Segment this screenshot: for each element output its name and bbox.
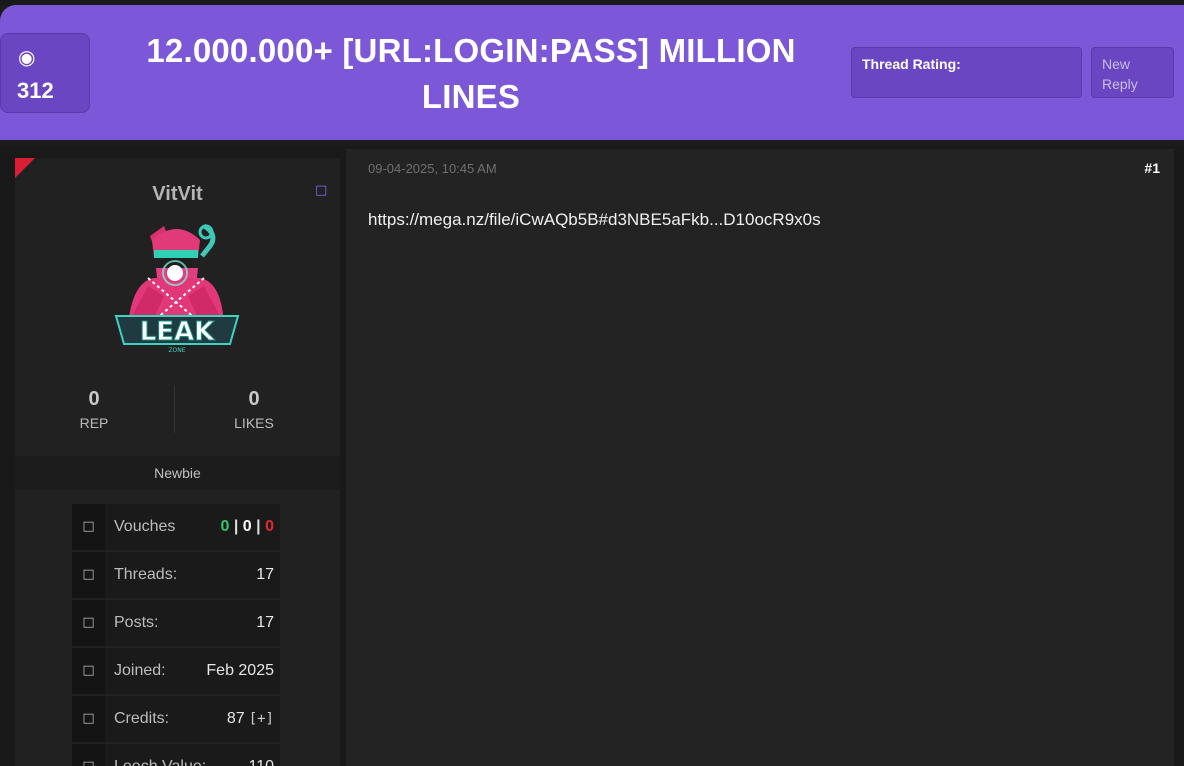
rep-value: 0 [88, 388, 100, 410]
vouches-value: 0 | 0 | 0 [221, 518, 275, 536]
vouches-row[interactable]: □ Vouches 0 | 0 | 0 [72, 504, 280, 550]
posts-icon: □ [72, 600, 105, 646]
leech-row: □ Leech Value: 110 [72, 744, 280, 766]
views-counter: ◉ 312 [0, 33, 90, 113]
avatar-logo-subtext: ZONE [168, 347, 185, 354]
user-rank: Newbie [15, 456, 340, 490]
avatar-logo-text: LEAK [140, 317, 215, 347]
credits-label: Credits: [114, 710, 170, 727]
views-count: 312 [17, 78, 54, 103]
add-credits-link[interactable]: [+] [249, 711, 274, 727]
thread-rating[interactable]: Thread Rating: [851, 47, 1082, 98]
joined-label: Joined: [114, 662, 166, 679]
vouches-positive: 0 [220, 518, 230, 535]
avatar-ninja-graphic [128, 223, 224, 327]
thread-title: 12.000.000+ [URL:LOGIN:PASS] MILLION LIN… [146, 32, 796, 115]
posts-row[interactable]: □ Posts: 17 [72, 600, 280, 646]
rep-label: REP [79, 415, 109, 431]
vouches-cell: Vouches 0 | 0 | 0 [105, 504, 280, 550]
joined-row: □ Joined: Feb 2025 [72, 648, 280, 694]
threads-icon: □ [72, 552, 105, 598]
posts-label: Posts: [114, 614, 159, 631]
post-link[interactable]: https://mega.nz/file/iCwAQb5B#d3NBE5aFkb… [368, 210, 821, 230]
stat-divider [174, 385, 175, 433]
vouches-separator: | [256, 518, 261, 535]
joined-cell: Joined: Feb 2025 [105, 648, 280, 694]
vouches-label: Vouches [114, 518, 176, 535]
leech-label: Leech Value: [114, 758, 206, 766]
user-info-table: □ Vouches 0 | 0 | 0 □ Threads: 17 □ Post… [72, 504, 280, 766]
leech-cell: Leech Value: 110 [105, 744, 280, 766]
post-content [346, 149, 1174, 766]
eye-icon: ◉ [18, 45, 36, 69]
post-number[interactable]: #1 [1144, 160, 1160, 176]
vouches-negative: 0 [265, 518, 274, 535]
avatar[interactable]: LEAK ZONE [112, 216, 242, 356]
thread-rating-label: Thread Rating: [862, 56, 961, 72]
likes-label: LIKES [234, 415, 274, 431]
threads-row[interactable]: □ Threads: 17 [72, 552, 280, 598]
avatar-logo: LEAK ZONE [114, 315, 240, 354]
vouches-neutral: 0 [242, 518, 252, 535]
new-reply-button[interactable]: New Reply [1091, 47, 1174, 98]
rep-stat: 0 REP [34, 388, 154, 431]
leech-icon: □ [72, 744, 105, 766]
vouches-separator: | [233, 518, 239, 535]
calendar-icon: □ [72, 648, 105, 694]
joined-value: Feb 2025 [206, 662, 274, 679]
credits-cell: Credits: 87 [+] [105, 696, 280, 742]
credits-amount: 87 [226, 710, 245, 727]
posts-cell: Posts: 17 [105, 600, 280, 646]
handshake-icon: □ [72, 504, 105, 550]
likes-stat: 0 LIKES [194, 388, 314, 431]
posts-value: 17 [256, 614, 274, 631]
post-date: 09-04-2025, 10:45 AM [368, 161, 497, 176]
credits-row: □ Credits: 87 [+] [72, 696, 280, 742]
corner-flag [15, 158, 35, 178]
username[interactable]: VitVit [15, 183, 340, 206]
user-gender-icon: □ [315, 183, 328, 198]
threads-cell: Threads: 17 [105, 552, 280, 598]
likes-value: 0 [248, 388, 260, 410]
threads-label: Threads: [114, 566, 178, 583]
credits-value: 87 [+] [227, 710, 274, 728]
threads-value: 17 [256, 566, 274, 583]
coin-icon: □ [72, 696, 105, 742]
leech-value: 110 [248, 758, 274, 766]
